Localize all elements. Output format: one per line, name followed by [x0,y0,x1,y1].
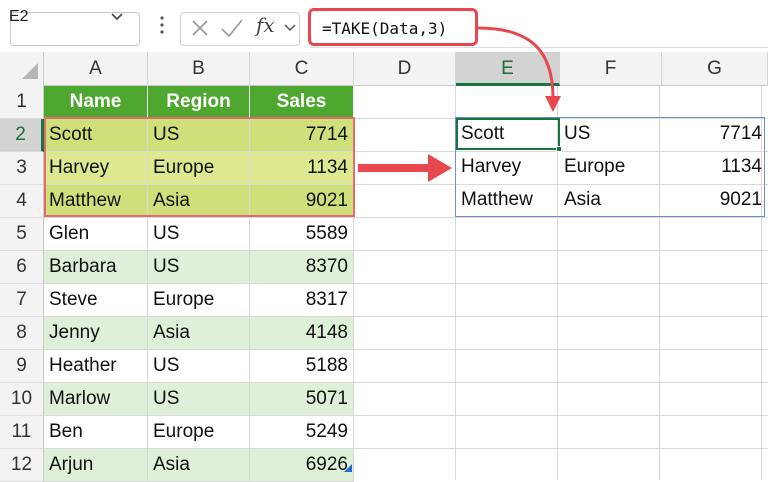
table-cell[interactable]: Europe [148,284,250,317]
row-header-5[interactable]: 5 [0,218,44,251]
table-cell[interactable]: US [148,251,250,284]
spill-cell[interactable]: 7714 [720,118,762,150]
table-cell[interactable]: 5589 [250,218,354,251]
column-header-c[interactable]: C [250,52,354,86]
chevron-down-icon[interactable] [110,9,124,23]
table-header-name[interactable]: Name [44,86,148,119]
column-header-g[interactable]: G [662,52,768,86]
table-cell[interactable]: 5249 [250,416,354,449]
table-header-region[interactable]: Region [148,86,250,119]
table-cell[interactable]: Steve [44,284,148,317]
select-all-icon [22,63,38,79]
table-cell[interactable]: Jenny [44,317,148,350]
table-cell[interactable]: Ben [44,416,148,449]
table-cell[interactable]: 6926 [250,449,354,482]
table-cell[interactable]: Europe [148,416,250,449]
spill-cell[interactable]: Scott [461,118,504,150]
table-cell[interactable]: Barbara [44,251,148,284]
spill-cell[interactable]: Harvey [461,151,521,183]
column-header-d[interactable]: D [354,52,456,86]
column-header-f[interactable]: F [560,52,662,86]
spill-cell[interactable]: 1134 [721,151,762,183]
spill-cell[interactable]: Europe [564,151,625,183]
row-header-1[interactable]: 1 [0,86,44,119]
name-box-value: E2 [9,8,29,25]
spill-cell[interactable]: US [564,118,590,150]
row-header-12[interactable]: 12 [0,449,44,482]
spill-cell[interactable]: 9021 [720,184,762,216]
row-header-3[interactable]: 3 [0,152,44,185]
table-cell[interactable]: US [148,383,250,416]
table-cell[interactable]: Arjun [44,449,148,482]
close-icon[interactable] [190,18,210,38]
table-cell[interactable]: 8317 [250,284,354,317]
fill-handle[interactable] [556,146,562,152]
table-cell[interactable]: Asia [148,317,250,350]
table-cell[interactable]: US [148,218,250,251]
row-header-2[interactable]: 2 [0,119,44,152]
spill-cell[interactable]: Matthew [461,184,533,216]
row-header-8[interactable]: 8 [0,317,44,350]
table-cell[interactable]: 8370 [250,251,354,284]
column-header-b[interactable]: B [148,52,250,86]
table-cell[interactable]: US [148,350,250,383]
row-header-6[interactable]: 6 [0,251,44,284]
more-options-icon[interactable] [159,14,165,36]
table-cell[interactable]: Asia [148,449,250,482]
insert-function-button[interactable]: fx [256,13,275,37]
formula-callout-outline [308,8,478,46]
table-header-sales[interactable]: Sales [250,86,354,119]
row-header-9[interactable]: 9 [0,350,44,383]
table-cell[interactable]: 5071 [250,383,354,416]
table-cell[interactable]: Heather [44,350,148,383]
checkmark-icon[interactable] [220,18,244,38]
row-header-10[interactable]: 10 [0,383,44,416]
row-header-4[interactable]: 4 [0,185,44,218]
table-cell[interactable]: Glen [44,218,148,251]
spill-cell[interactable]: Asia [564,184,601,216]
table-cell[interactable]: 5188 [250,350,354,383]
column-header-e[interactable]: E [456,52,560,86]
row-header-11[interactable]: 11 [0,416,44,449]
source-range-outline [44,117,355,217]
column-header-a[interactable]: A [44,52,148,86]
table-cell[interactable]: Marlow [44,383,148,416]
chevron-down-icon[interactable] [283,20,297,34]
table-cell[interactable]: 4148 [250,317,354,350]
table-resize-handle[interactable] [344,464,352,472]
row-header-7[interactable]: 7 [0,284,44,317]
